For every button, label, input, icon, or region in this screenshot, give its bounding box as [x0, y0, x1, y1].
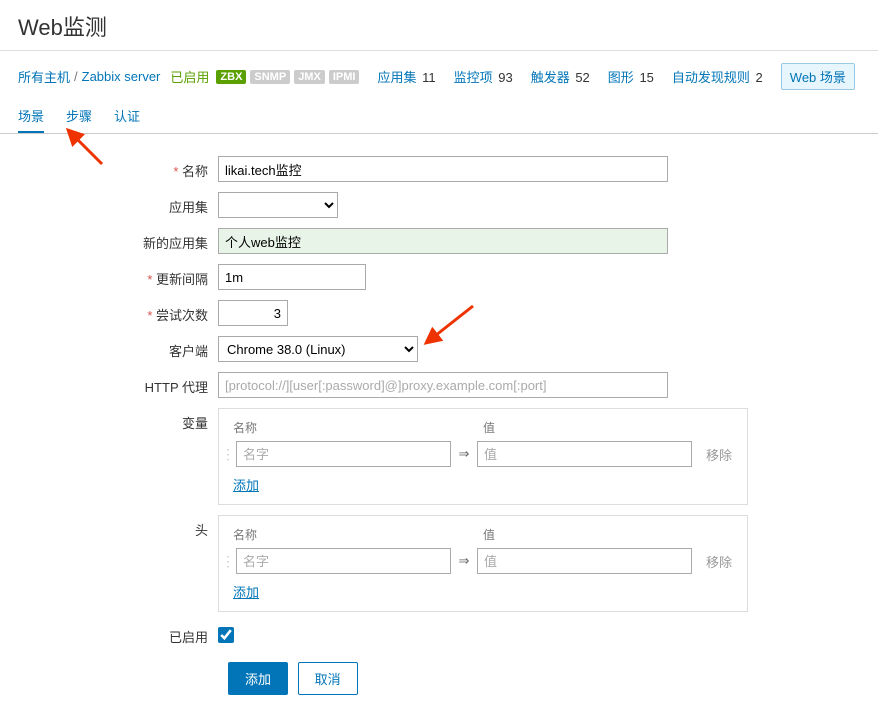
variables-panel: 名称 值 ⋮⋮ ⇒ 移除 添加 [218, 408, 748, 505]
label-interval: 更新间隔 [18, 264, 218, 288]
header-row: ⋮⋮ ⇒ 移除 [233, 548, 733, 574]
agent-select[interactable]: Chrome 38.0 (Linux) [218, 336, 418, 362]
nav-web-scenario[interactable]: Web 场景 [781, 63, 855, 90]
label-variables: 变量 [18, 408, 218, 432]
badge-zbx: ZBX [216, 70, 246, 84]
label-attempts: 尝试次数 [18, 300, 218, 324]
variables-col-name: 名称 [233, 419, 483, 436]
arrow-icon: ⇒ [451, 446, 477, 462]
tab-auth[interactable]: 认证 [114, 100, 140, 133]
appset-select[interactable] [218, 192, 338, 218]
badge-snmp: SNMP [250, 70, 290, 84]
variable-remove-link[interactable]: 移除 [706, 445, 732, 464]
nav-discovery[interactable]: 自动发现规则 2 [672, 67, 763, 86]
button-row: 添加 取消 [218, 662, 860, 695]
variable-add-link[interactable]: 添加 [233, 478, 259, 493]
badge-ipmi: IPMI [329, 70, 360, 84]
host-nav-bar: 所有主机 / Zabbix server 已启用 ZBX SNMP JMX IP… [0, 51, 878, 100]
name-input[interactable] [218, 156, 668, 182]
tab-scene[interactable]: 场景 [18, 100, 44, 133]
badge-jmx: JMX [294, 70, 325, 84]
variable-value-input[interactable] [477, 441, 692, 467]
nav-items[interactable]: 监控项 93 [454, 67, 513, 86]
submit-button[interactable]: 添加 [228, 662, 288, 695]
tab-steps[interactable]: 步骤 [66, 100, 92, 133]
label-agent: 客户端 [18, 336, 218, 360]
variables-col-value: 值 [483, 419, 703, 436]
label-name: 名称 [18, 156, 218, 180]
interval-input[interactable] [218, 264, 366, 290]
cancel-button[interactable]: 取消 [298, 662, 358, 695]
headers-col-value: 值 [483, 526, 703, 543]
enabled-checkbox[interactable] [218, 627, 234, 643]
variable-name-input[interactable] [236, 441, 451, 467]
breadcrumb-host[interactable]: Zabbix server [82, 69, 161, 84]
drag-handle-icon[interactable]: ⋮⋮ [221, 553, 233, 570]
breadcrumb-separator: / [74, 69, 78, 84]
label-enabled: 已启用 [18, 622, 218, 646]
header-value-input[interactable] [477, 548, 692, 574]
nav-triggers[interactable]: 触发器 52 [531, 67, 590, 86]
header-remove-link[interactable]: 移除 [706, 552, 732, 571]
label-http-proxy: HTTP 代理 [18, 372, 218, 396]
form-area: 名称 应用集 新的应用集 更新间隔 尝试次数 客户端 Chrome 38.0 ( [0, 134, 878, 717]
drag-handle-icon[interactable]: ⋮⋮ [221, 446, 233, 463]
variable-row: ⋮⋮ ⇒ 移除 [233, 441, 733, 467]
label-headers: 头 [18, 515, 218, 539]
header-add-link[interactable]: 添加 [233, 585, 259, 600]
page-title: Web监测 [0, 0, 878, 51]
tabs: 场景 步骤 认证 [0, 100, 878, 134]
headers-panel: 名称 值 ⋮⋮ ⇒ 移除 添加 [218, 515, 748, 612]
attempts-input[interactable] [218, 300, 288, 326]
nav-graphs[interactable]: 图形 15 [608, 67, 654, 86]
label-appset: 应用集 [18, 192, 218, 216]
headers-col-name: 名称 [233, 526, 483, 543]
arrow-icon: ⇒ [451, 553, 477, 569]
http-proxy-input[interactable] [218, 372, 668, 398]
header-name-input[interactable] [236, 548, 451, 574]
status-enabled: 已启用 [170, 67, 209, 86]
label-new-appset: 新的应用集 [18, 228, 218, 252]
new-appset-input[interactable] [218, 228, 668, 254]
breadcrumb-all-hosts[interactable]: 所有主机 [18, 67, 70, 86]
nav-appsets[interactable]: 应用集 11 [377, 67, 435, 86]
